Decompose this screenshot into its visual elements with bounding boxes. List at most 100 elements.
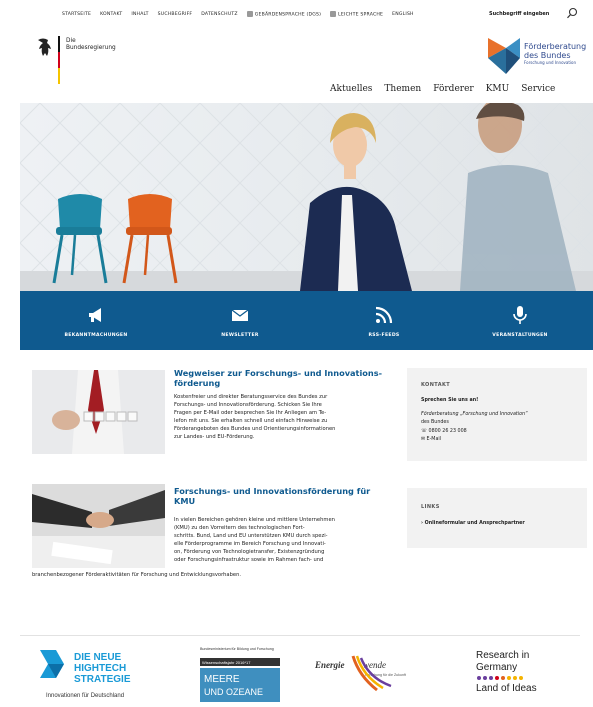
research-dots	[477, 676, 523, 680]
utility-link-datenschutz[interactable]: Datenschutz	[201, 12, 237, 17]
hightech-strategie-logo: DIE NEUE HIGHTECH STRATEGIE Innovationen…	[40, 650, 131, 699]
meere-line-1: MEERE	[204, 674, 240, 685]
article-text-kmu-last: branchenbezogener Förderaktivitäten für …	[32, 572, 242, 578]
article-title-kmu[interactable]: Forschungs- und Innovationsförderung für…	[174, 486, 384, 506]
nav-aktuelles[interactable]: Aktuelles	[330, 84, 372, 94]
quicklink-veranstaltungen[interactable]: Veranstaltungen	[460, 291, 580, 350]
kontakt-line-2: Förderberatung „Forschung und Innovation…	[421, 412, 528, 417]
links-item-onlineformular[interactable]: › Onlineformular und Ansprechpartner	[421, 521, 525, 526]
article-line: Fragen per E-Mail oder besprechen Sie Ih…	[174, 409, 327, 416]
article-text-kmu: In vielen Bereichen gehören kleine und m…	[174, 517, 335, 564]
kontakt-line-3: des Bundes	[421, 420, 449, 425]
kontakt-email[interactable]: ✉ E-Mail	[421, 437, 441, 442]
article-line: on, Förderung von Technologietransfer, E…	[174, 548, 325, 555]
megaphone-icon	[89, 308, 101, 322]
utility-link-english[interactable]: English	[392, 12, 414, 17]
microphone-icon	[513, 306, 527, 324]
partner-hightech-strategie[interactable]: DIE NEUE HIGHTECH STRATEGIE Innovationen…	[34, 642, 166, 704]
quicklink-label: Newsletter	[221, 333, 259, 338]
rss-icon	[375, 306, 393, 324]
hightech-line-1: DIE NEUE	[74, 652, 122, 663]
main-nav: Aktuelles Themen Förderer KMU Service	[330, 84, 555, 94]
nav-service[interactable]: Service	[521, 84, 555, 94]
quicklink-newsletter[interactable]: Newsletter	[180, 291, 300, 350]
utility-link-inhalt[interactable]: Inhalt	[131, 12, 148, 17]
article-title-wegweiser[interactable]: Wegweiser zur Forschungs- und Innovation…	[174, 368, 394, 388]
bund-line-1: Die	[66, 38, 76, 44]
envelope-icon	[231, 309, 249, 321]
nav-themen[interactable]: Themen	[384, 84, 421, 94]
article-line: Kostenfreier und direkter Beratungsservi…	[174, 394, 328, 400]
nav-foerderer[interactable]: Förderer	[433, 84, 474, 94]
foerderberatung-logo[interactable]	[486, 36, 522, 76]
meere-line-2: UND OZEANE	[204, 687, 263, 697]
nav-kmu[interactable]: KMU	[486, 84, 510, 94]
quicklink-label: RSS-Feeds	[368, 333, 400, 338]
fb-line-1: Förderberatung	[524, 42, 587, 51]
quicklink-label: Bekanntmachungen	[64, 333, 128, 338]
utility-link-leichte-sprache[interactable]: Leichte Sprache	[330, 11, 383, 18]
partner-energiewende[interactable]: Energie wende Forschung für die Zukunft	[313, 642, 437, 704]
utility-link-gebaerdensprache[interactable]: Gebärdensprache (DGS)	[246, 11, 321, 18]
fb-line-3: Forschung und Innovation	[524, 60, 577, 65]
article-line: Förderangeboten des Bundes und Orientier…	[174, 425, 336, 432]
utility-link-startseite[interactable]: Startseite	[62, 12, 91, 17]
kontakt-phone[interactable]: ☏ 0800 26 23 008	[421, 429, 467, 434]
hightech-sub: Innovationen für Deutschland	[46, 693, 124, 699]
kontakt-title: Kontakt	[421, 382, 451, 388]
partner-research-in-germany[interactable]: Research in Germany Land of Ideas	[468, 642, 580, 704]
links-title: Links	[421, 504, 440, 510]
quicklinks-band: Bekanntmachungen Newsletter RSS-Feeds Ve…	[20, 291, 593, 350]
utility-nav: Startseite Kontakt Inhalt Suchbegriff Da…	[62, 11, 414, 18]
research-line-2: Germany	[476, 662, 517, 673]
hightech-line-3: STRATEGIE	[74, 674, 131, 685]
partner-meere-ozeane[interactable]: Bundesministerium für Bildung und Forsch…	[198, 642, 290, 704]
utility-link-suchbegriff[interactable]: Suchbegriff	[158, 12, 193, 17]
article-line: elle Förderprogramme im Bereich Forschun…	[174, 540, 326, 547]
foerderberatung-wordmark: Förderberatung des Bundes Forschung und …	[524, 42, 586, 66]
kontakt-email-label: E-Mail	[426, 437, 442, 442]
quicklink-label: Veranstaltungen	[492, 333, 548, 338]
hightech-line-2: HIGHTECH	[74, 663, 126, 674]
article-image-wegweiser[interactable]	[32, 370, 165, 454]
article-text-wegweiser: Kostenfreier und direkter Beratungsservi…	[174, 394, 335, 441]
phone-icon: ☏	[421, 429, 429, 434]
research-line-1: Research in	[476, 650, 529, 661]
article-line: schritts. Bund, Land und EU unterstützen…	[174, 532, 328, 539]
search-input[interactable]: Suchbegriff eingeben	[487, 8, 561, 20]
meere-top: Bundesministerium für Bildung und Forsch…	[200, 647, 274, 651]
research-line-3: Land of Ideas	[476, 683, 537, 694]
article-line: (KMU) zu den Vorreitern des technologisc…	[174, 524, 305, 531]
partner-divider	[20, 635, 580, 636]
bund-line-2: Bundesregierung	[66, 45, 116, 51]
article-line: lefon mit uns. Sie erhalten schnell und …	[174, 417, 328, 424]
sign-language-icon	[246, 11, 253, 17]
energiewende-logo: Energie wende Forschung für die Zukunft	[314, 655, 406, 692]
quicklink-rss[interactable]: RSS-Feeds	[324, 291, 444, 350]
easy-language-icon	[330, 11, 337, 17]
bundesregierung-wordmark: Die Bundesregierung	[66, 38, 116, 52]
links-box: Links › Onlineformular und Ansprechpartn…	[407, 488, 587, 548]
article-image-kmu[interactable]	[32, 484, 165, 568]
quicklink-bekanntmachungen[interactable]: Bekanntmachungen	[36, 291, 156, 350]
article-line: zur Landes- und EU-Förderung.	[174, 433, 255, 440]
kontakt-box: Kontakt Sprechen Sie uns an! Förderberat…	[407, 368, 587, 461]
hero-illustration	[20, 103, 593, 291]
utility-bar: Startseite Kontakt Inhalt Suchbegriff Da…	[0, 0, 593, 26]
businessman-cubes-image	[32, 370, 165, 454]
search-icon[interactable]	[566, 7, 578, 19]
article-line: Forschungs- und Innovationsförderung. Sc…	[174, 401, 322, 408]
links-item-label: Onlineformular und Ansprechpartner	[424, 521, 525, 526]
energie-a: Energie	[314, 660, 345, 670]
kontakt-line-1: Sprechen Sie uns an!	[421, 398, 479, 403]
fb-line-2: des Bundes	[524, 51, 571, 60]
meere-band: Wissenschaftsjahr 2016*17	[202, 660, 251, 665]
utility-link-kontakt[interactable]: Kontakt	[100, 12, 122, 17]
handshake-image	[32, 484, 165, 568]
kontakt-phone-number: 0800 26 23 008	[428, 429, 467, 434]
research-in-germany-logo: Research in Germany Land of Ideas	[476, 650, 537, 694]
meere-ozeane-logo: Bundesministerium für Bildung und Forsch…	[200, 647, 280, 702]
hero-image	[20, 103, 593, 291]
federal-eagle-logo[interactable]	[34, 36, 64, 84]
article-line: In vielen Bereichen gehören kleine und m…	[174, 517, 335, 523]
